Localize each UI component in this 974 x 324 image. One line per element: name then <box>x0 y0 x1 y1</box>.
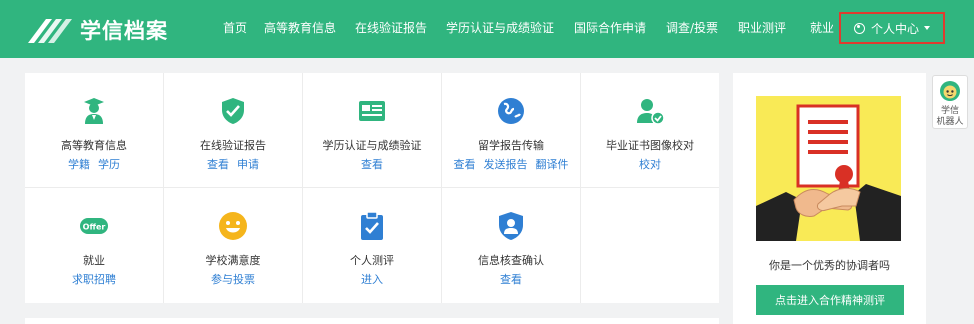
id-card-icon <box>359 101 385 121</box>
brand-name: 学信档案 <box>80 19 168 43</box>
service-title: 高等教育信息 <box>61 139 127 152</box>
link-proofread[interactable]: 校对 <box>639 158 661 171</box>
user-circle-icon <box>853 22 865 34</box>
secondary-panel <box>25 318 719 324</box>
graduate-icon <box>84 98 104 124</box>
link-view[interactable]: 查看 <box>207 158 229 171</box>
shield-check-icon <box>222 98 244 124</box>
chat-robot-widget[interactable]: 学信 机器人 <box>932 75 968 129</box>
user-center-label: 个人中心 <box>870 21 919 36</box>
nav-career-test[interactable]: 职业测评 <box>738 19 786 36</box>
service-info-confirm: 信息核查确认 查看 <box>442 188 581 303</box>
service-certificate-proofread: 毕业证书图像校对 校对 <box>581 73 719 188</box>
service-title: 毕业证书图像校对 <box>606 139 694 152</box>
link-view[interactable]: 查看 <box>361 158 383 171</box>
service-links: 查看 申请 <box>164 156 302 172</box>
service-personal-assessment: 个人测评 进入 <box>303 188 442 303</box>
service-links: 查看 <box>442 271 580 287</box>
promo-card: 你是一个优秀的协调者吗 点击进入合作精神测评 <box>733 73 926 324</box>
service-title: 信息核查确认 <box>478 254 544 267</box>
link-send-report[interactable]: 发送报告 <box>484 158 528 171</box>
link-view[interactable]: 查看 <box>500 273 522 286</box>
link-student-status[interactable]: 学籍 <box>68 158 90 171</box>
user-center-dropdown[interactable]: 个人中心 <box>839 12 945 44</box>
service-links: 学籍 学历 <box>25 156 163 172</box>
robot-label-line2: 机器人 <box>936 117 964 127</box>
service-satisfaction: 学校满意度 参与投票 <box>164 188 303 303</box>
clipboard-check-icon <box>361 211 383 240</box>
nav-employment[interactable]: 就业 <box>810 19 834 36</box>
nav-survey[interactable]: 调查/投票 <box>666 19 718 36</box>
link-apply[interactable]: 申请 <box>237 158 259 171</box>
brand-logo[interactable]: 学信档案 <box>26 12 176 48</box>
globe-icon <box>498 98 524 124</box>
cooperation-test-button[interactable]: 点击进入合作精神测评 <box>756 285 904 315</box>
service-title: 学历认证与成绩验证 <box>322 139 422 152</box>
service-study-abroad-report: 留学报告传输 查看 发送报告 翻译件 <box>442 73 581 188</box>
link-translation[interactable]: 翻译件 <box>536 158 569 171</box>
offer-icon: Offer <box>80 218 108 234</box>
top-header: 学信档案 首页 高等教育信息 在线验证报告 学历认证与成绩验证 国际合作申请 调… <box>0 0 974 58</box>
nav-online-verification[interactable]: 在线验证报告 <box>355 19 427 36</box>
link-vote[interactable]: 参与投票 <box>211 273 255 286</box>
link-enter[interactable]: 进入 <box>361 273 383 286</box>
service-links: 进入 <box>303 271 441 287</box>
robot-label-line1: 学信 <box>940 106 959 116</box>
service-links: 参与投票 <box>164 271 302 287</box>
service-title: 在线验证报告 <box>200 139 266 152</box>
user-check-icon <box>637 99 665 125</box>
handshake-illustration[interactable] <box>756 96 901 241</box>
promo-caption: 你是一个优秀的协调者吗 <box>769 259 890 272</box>
service-title: 个人测评 <box>350 254 394 267</box>
nav-higher-education[interactable]: 高等教育信息 <box>264 19 336 36</box>
service-employment: Offer 就业 求职招聘 <box>25 188 164 303</box>
logo-mark-icon <box>28 19 72 43</box>
person-shield-icon <box>499 212 523 240</box>
service-online-verification: 在线验证报告 查看 申请 <box>164 73 303 188</box>
svg-text:Offer: Offer <box>83 223 106 232</box>
chevron-down-icon <box>924 26 930 30</box>
service-links: 求职招聘 <box>25 271 163 287</box>
link-job-search[interactable]: 求职招聘 <box>72 273 116 286</box>
service-certification: 学历认证与成绩验证 查看 <box>303 73 442 188</box>
service-links: 校对 <box>581 156 719 172</box>
service-links: 查看 发送报告 翻译件 <box>442 156 580 172</box>
robot-icon <box>940 81 960 101</box>
link-view[interactable]: 查看 <box>454 158 476 171</box>
nav-international[interactable]: 国际合作申请 <box>574 19 646 36</box>
nav-degree-certification[interactable]: 学历认证与成绩验证 <box>446 19 554 36</box>
services-panel: 高等教育信息 学籍 学历 在线验证报告 查看 申请 学历认证与成绩验证 查看 留… <box>25 73 719 303</box>
link-degree[interactable]: 学历 <box>98 158 120 171</box>
smile-icon <box>219 212 247 240</box>
service-links: 查看 <box>303 156 441 172</box>
nav-home[interactable]: 首页 <box>223 19 247 36</box>
service-title: 留学报告传输 <box>478 139 544 152</box>
service-higher-education: 高等教育信息 学籍 学历 <box>25 73 164 188</box>
service-title: 学校满意度 <box>205 254 261 267</box>
service-title: 就业 <box>83 254 105 267</box>
